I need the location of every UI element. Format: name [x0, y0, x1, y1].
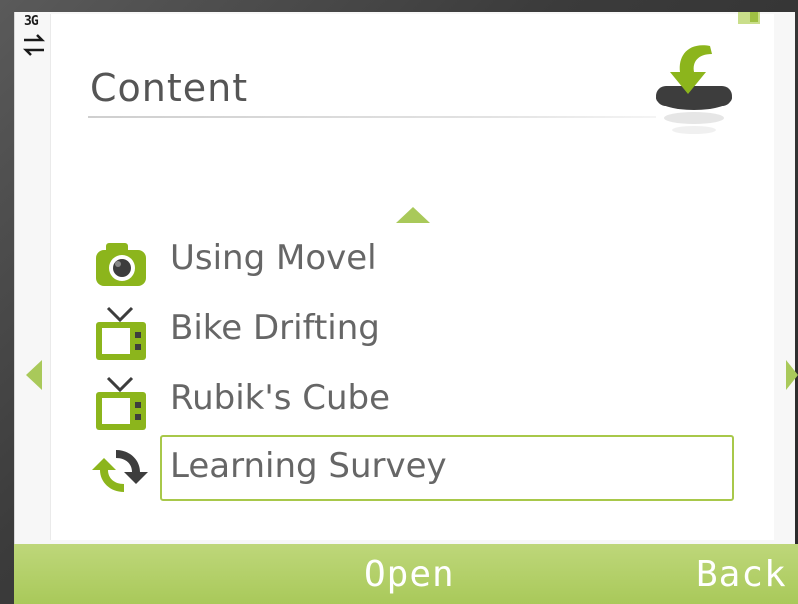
sync-icon [92, 450, 148, 492]
nav-left-arrow-icon[interactable] [26, 360, 42, 390]
scrollbar-indicator [750, 12, 758, 22]
scroll-up-arrow-icon[interactable] [396, 207, 430, 223]
list-item[interactable]: Rubik's Cube [86, 368, 738, 434]
open-softkey[interactable]: Open [364, 554, 455, 595]
nav-right-arrow-icon[interactable] [786, 360, 798, 390]
list-item-label: Using Movel [170, 238, 377, 278]
signal-indicator: 3G [20, 14, 50, 70]
list-item-label: Bike Drifting [170, 308, 380, 348]
network-type: 3G [24, 14, 39, 29]
camera-icon [96, 243, 146, 286]
page-title: Content [90, 66, 249, 110]
title-divider [88, 116, 656, 118]
tv-icon [96, 306, 146, 360]
back-softkey[interactable]: Back [696, 554, 787, 595]
list-item[interactable]: Bike Drifting [86, 298, 738, 364]
list-item-label: Rubik's Cube [170, 378, 391, 418]
tv-icon [96, 376, 146, 430]
list-item-selected[interactable]: Learning Survey [86, 436, 738, 502]
list-item-label: Learning Survey [170, 446, 447, 486]
list-item[interactable]: Using Movel [86, 228, 738, 294]
download-content-icon [656, 45, 732, 134]
data-transfer-icon [22, 34, 46, 56]
softkey-bar: Open Back [14, 544, 798, 604]
